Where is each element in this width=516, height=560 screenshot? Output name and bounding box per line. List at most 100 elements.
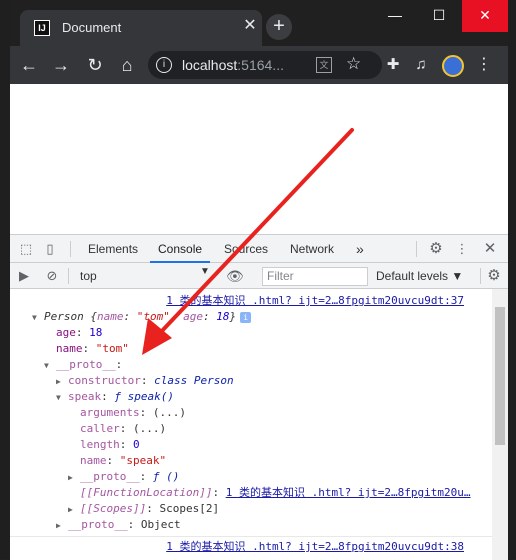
prop-key: name [80, 454, 107, 467]
prop-value: "tom" [95, 342, 129, 355]
translate-icon[interactable]: 文 [316, 57, 332, 73]
fname-row: name: "speak" [80, 454, 167, 467]
new-tab-button[interactable]: + [266, 14, 292, 40]
length-row: length: 0 [80, 438, 140, 451]
prop-key: __proto__ [68, 518, 128, 531]
divider [68, 268, 69, 284]
proto-row[interactable]: ▼ __proto__: [44, 357, 122, 373]
intellij-favicon-icon: IJ [34, 20, 50, 36]
speak-row[interactable]: ▼ speak: ƒ speak() [56, 389, 174, 405]
prop-key: arguments [80, 406, 140, 419]
collapsed-triangle-icon[interactable]: ▶ [56, 518, 68, 534]
devtools-panel: ⬚ ▯ Elements Console Sources Network » ⚙… [10, 234, 508, 560]
prop-key: length [80, 438, 120, 451]
browser-tab[interactable]: IJ Document ✕ [20, 10, 262, 46]
summary-age-key: age [183, 310, 203, 323]
prop-key: caller [80, 422, 120, 435]
divider [70, 241, 71, 257]
source-link[interactable]: 1 类的基本知识 .html? ijt=2…8fpgitm20uvcu9dt:3… [166, 293, 464, 309]
scopes-row[interactable]: ▶ [[Scopes]]: Scopes[2] [68, 501, 219, 517]
prop-key: [[Scopes]] [80, 502, 147, 515]
live-expression-eye-icon[interactable]: 👁 [226, 268, 244, 284]
outer-proto-row[interactable]: ▶ __proto__: Object [56, 517, 181, 533]
tab-close-icon[interactable]: ✕ [242, 18, 258, 34]
reload-icon[interactable]: ↻ [82, 52, 108, 78]
address-bar[interactable]: i localhost:5164... 文 ☆ [148, 51, 382, 79]
inner-proto-row[interactable]: ▶ __proto__: ƒ () [68, 469, 179, 485]
expand-triangle-icon[interactable]: ▼ [56, 390, 68, 406]
background-editor-left [0, 0, 10, 559]
prop-value: Scopes[2] [159, 502, 220, 515]
extensions-icon[interactable]: ✚ [382, 54, 404, 76]
filter-input[interactable]: Filter [262, 267, 368, 286]
prop-key: age [56, 326, 76, 339]
maximize-button[interactable]: ☐ [416, 0, 462, 32]
function-location-row: [[FunctionLocation]]: 1 类的基本知识 .html? ij… [80, 486, 471, 499]
back-arrow-icon[interactable]: ← [16, 52, 42, 78]
profile-avatar[interactable] [442, 55, 464, 77]
prop-value[interactable]: (...) [133, 422, 166, 435]
more-tabs-icon[interactable]: » [356, 235, 364, 263]
summary-close: } [229, 310, 237, 323]
settings-gear-icon[interactable]: ⚙ [428, 241, 444, 257]
show-sidebar-icon[interactable]: ▶ [16, 268, 32, 284]
log-source-line-38: 1 类的基本知识 .html? ijt=2…8fpgitm20uvcu9dt:3… [10, 539, 464, 555]
collapsed-triangle-icon[interactable]: ▶ [56, 374, 68, 390]
context-value: top [80, 269, 97, 283]
collapsed-triangle-icon[interactable]: ▶ [68, 470, 80, 486]
bookmark-star-icon[interactable]: ☆ [346, 54, 361, 74]
tab-elements[interactable]: Elements [88, 235, 138, 263]
prop-key: name [56, 342, 83, 355]
prop-key: [[FunctionLocation]] [80, 486, 213, 499]
summary-name-val: "tom" [136, 310, 170, 323]
prop-name: name: "tom" [56, 342, 129, 355]
forward-arrow-icon[interactable]: → [48, 52, 74, 78]
prop-value[interactable]: (...) [153, 406, 186, 419]
url-rest: :5164... [237, 57, 284, 73]
device-toolbar-icon[interactable]: ▯ [42, 241, 58, 257]
more-options-icon[interactable]: ⋮ [454, 241, 470, 257]
tab-console[interactable]: Console [150, 235, 211, 263]
tab-network[interactable]: Network [290, 235, 334, 263]
prop-age: age: 18 [56, 326, 103, 339]
minimize-button[interactable]: — [372, 0, 418, 32]
console-output: 1 类的基本知识 .html? ijt=2…8fpgitm20uvcu9dt:3… [10, 289, 492, 560]
console-filter-bar: ▶ ⊘ top ▼ 👁 Filter Default levels ▼ ⚙ [10, 263, 508, 289]
log-levels-dropdown[interactable]: Default levels ▼ [376, 268, 463, 284]
chevron-down-icon: ▼ [200, 266, 210, 277]
devtools-tabbar: ⬚ ▯ Elements Console Sources Network » ⚙… [10, 235, 508, 263]
expand-triangle-icon[interactable]: ▼ [32, 310, 44, 326]
prop-key: constructor [68, 374, 141, 387]
site-info-icon[interactable]: i [156, 57, 172, 73]
source-link[interactable]: 1 类的基本知识 .html? ijt=2…8fpgitm20uvcu9dt:3… [166, 539, 464, 555]
clear-console-icon[interactable]: ⊘ [44, 268, 60, 284]
home-icon[interactable]: ⌂ [114, 52, 140, 78]
console-settings-gear-icon[interactable]: ⚙ [486, 268, 502, 284]
url-text: localhost:5164... [182, 57, 284, 73]
tab-title: Document [62, 20, 122, 35]
url-host: localhost [182, 57, 238, 73]
title-bar: IJ Document ✕ + — ☐ ✕ [10, 0, 508, 46]
divider [416, 241, 417, 257]
constructor-row[interactable]: ▶ constructor: class Person [56, 373, 234, 389]
arguments-row: arguments: (...) [80, 406, 186, 419]
prop-key: __proto__ [56, 358, 116, 371]
tab-sources[interactable]: Sources [224, 235, 268, 263]
function-location-link[interactable]: 1 类的基本知识 .html? ijt=2…8fpgitm20u… [226, 486, 471, 499]
close-window-button[interactable]: ✕ [462, 0, 508, 32]
media-control-icon[interactable]: ♫ [410, 54, 432, 76]
summary-age-val: 18 [216, 310, 230, 323]
context-selector[interactable]: top [80, 268, 210, 284]
prop-value: class Person [154, 374, 234, 387]
object-summary-prefix: Person { [44, 310, 97, 323]
inspect-element-icon[interactable]: ⬚ [18, 241, 34, 257]
close-devtools-icon[interactable]: ✕ [482, 241, 498, 257]
page-content [10, 84, 508, 234]
console-scrollbar-thumb[interactable] [495, 307, 505, 445]
expand-triangle-icon[interactable]: ▼ [44, 358, 56, 374]
object-summary-row[interactable]: ▼ Person {name: "tom", age: 18} i [32, 309, 252, 326]
browser-menu-icon[interactable]: ⋮ [474, 54, 494, 76]
collapsed-triangle-icon[interactable]: ▶ [68, 502, 80, 518]
prop-value: ƒ () [152, 470, 180, 483]
info-icon[interactable]: i [240, 312, 252, 323]
